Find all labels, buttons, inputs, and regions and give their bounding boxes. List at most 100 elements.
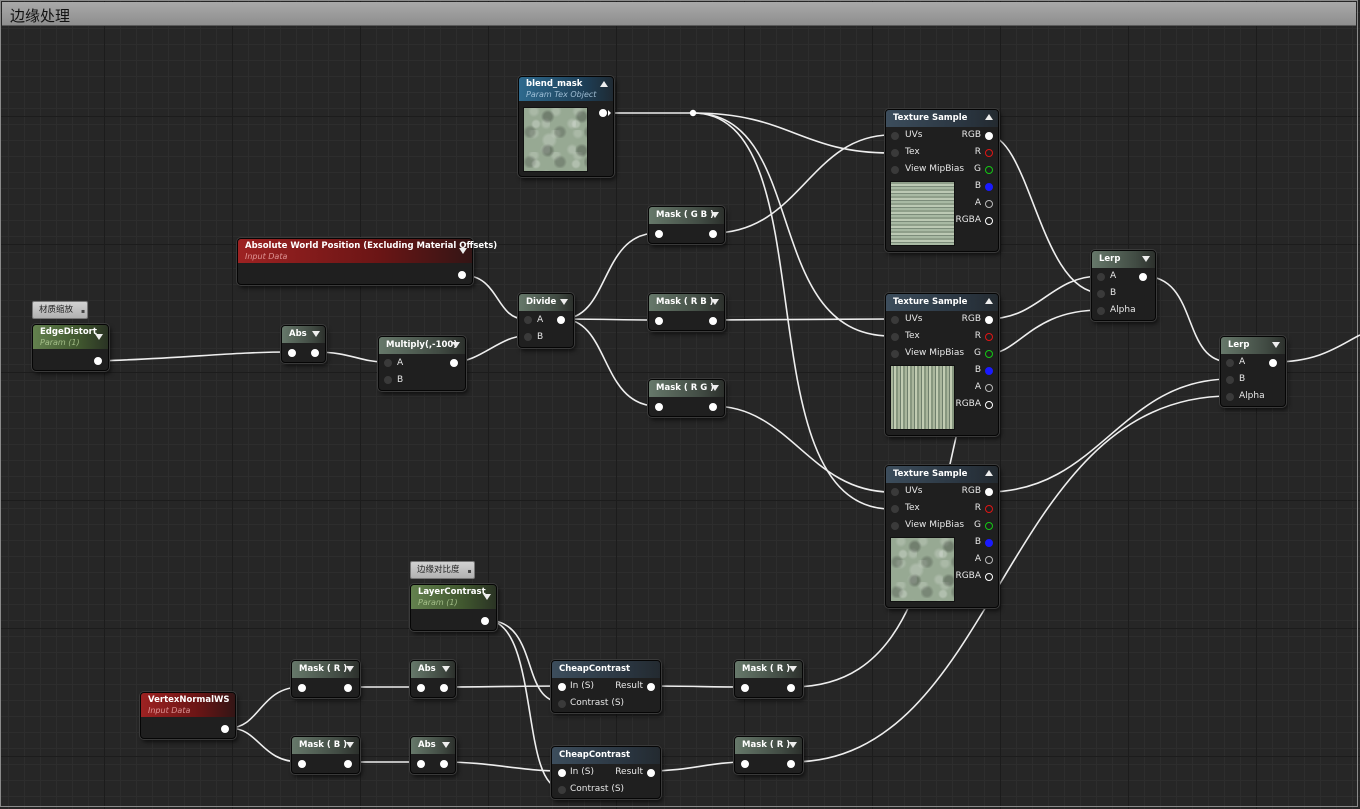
node-mask-rb[interactable]: Mask ( R B ) xyxy=(648,293,725,331)
output-pin[interactable] xyxy=(481,617,489,625)
node-texture-sample-1[interactable]: Texture Sample UVs Tex View MipBias RGB … xyxy=(885,109,999,252)
node-header[interactable]: Texture Sample xyxy=(886,294,998,311)
output-pin-result[interactable] xyxy=(647,769,655,777)
input-pin-tex[interactable] xyxy=(891,333,899,341)
node-header[interactable]: Texture Sample xyxy=(886,466,998,483)
collapse-arrow-icon[interactable] xyxy=(789,666,797,672)
node-header[interactable]: Abs xyxy=(282,326,325,343)
output-pin[interactable] xyxy=(311,349,319,357)
collapse-arrow-icon[interactable] xyxy=(985,298,993,304)
collapse-arrow-icon[interactable] xyxy=(985,114,993,120)
input-pin-uvs[interactable] xyxy=(891,316,899,324)
input-pin-b[interactable] xyxy=(524,333,532,341)
node-header[interactable]: Divide xyxy=(519,294,573,311)
input-pin[interactable] xyxy=(298,684,306,692)
node-texture-sample-2[interactable]: Texture Sample UVs Tex View MipBias RGB … xyxy=(885,293,999,436)
output-pin-g[interactable] xyxy=(985,522,993,530)
output-pin-b[interactable] xyxy=(985,539,993,547)
node-layer-contrast[interactable]: LayerContrast Param (1) xyxy=(410,584,497,631)
collapse-arrow-icon[interactable] xyxy=(711,299,719,305)
node-header[interactable]: blend_mask Param Tex Object xyxy=(519,77,613,101)
node-header[interactable]: Mask ( R G ) xyxy=(649,380,724,397)
input-pin-b[interactable] xyxy=(1226,376,1234,384)
node-header[interactable]: Mask ( B ) xyxy=(292,737,359,754)
node-cheap-contrast-2[interactable]: CheapContrast In (S) Contrast (S) Result xyxy=(551,746,661,799)
collapse-arrow-icon[interactable] xyxy=(711,385,719,391)
output-pin-rgba[interactable] xyxy=(985,401,993,409)
node-abs[interactable]: Abs xyxy=(281,325,326,363)
output-pin[interactable] xyxy=(557,316,565,324)
output-pin[interactable] xyxy=(599,109,607,117)
node-abs-3[interactable]: Abs xyxy=(410,736,456,774)
input-pin-mipbias[interactable] xyxy=(891,166,899,174)
input-pin-a[interactable] xyxy=(1226,359,1234,367)
input-pin-a[interactable] xyxy=(524,316,532,324)
node-edge-distort[interactable]: EdgeDistort Param (1) xyxy=(32,324,109,371)
output-pin[interactable] xyxy=(94,357,102,365)
pin-comment-icon[interactable]: ▪ xyxy=(467,564,471,580)
output-pin-g[interactable] xyxy=(985,350,993,358)
node-header[interactable]: Absolute World Position (Excluding Mater… xyxy=(238,239,497,263)
input-pin[interactable] xyxy=(417,684,425,692)
output-pin-rgb[interactable] xyxy=(985,316,993,324)
output-pin-rgb[interactable] xyxy=(985,488,993,496)
output-pin-r[interactable] xyxy=(985,149,993,157)
node-header[interactable]: Mask ( G B ) xyxy=(649,207,724,224)
input-pin-a[interactable] xyxy=(384,359,392,367)
collapse-arrow-icon[interactable] xyxy=(346,666,354,672)
output-pin-a[interactable] xyxy=(985,556,993,564)
node-absolute-world-position[interactable]: Absolute World Position (Excluding Mater… xyxy=(237,238,497,285)
input-pin[interactable] xyxy=(741,760,749,768)
node-lerp-1[interactable]: Lerp A B Alpha xyxy=(1091,250,1156,321)
output-pin[interactable] xyxy=(709,230,717,238)
input-pin-mipbias[interactable] xyxy=(891,350,899,358)
input-pin-tex[interactable] xyxy=(891,149,899,157)
input-pin-alpha[interactable] xyxy=(1226,393,1234,401)
collapse-arrow-icon[interactable] xyxy=(442,742,450,748)
output-pin[interactable] xyxy=(787,760,795,768)
output-pin-a[interactable] xyxy=(985,384,993,392)
input-pin-alpha[interactable] xyxy=(1097,307,1105,315)
output-pin[interactable] xyxy=(440,684,448,692)
node-vertex-normal-ws[interactable]: VertexNormalWS Input Data xyxy=(140,692,236,739)
output-pin[interactable] xyxy=(1139,273,1147,281)
node-mask-rg[interactable]: Mask ( R G ) xyxy=(648,379,725,417)
input-pin[interactable] xyxy=(298,760,306,768)
input-pin[interactable] xyxy=(655,230,663,238)
node-header[interactable]: Lerp xyxy=(1221,337,1285,354)
node-mask-r-3[interactable]: Mask ( R ) xyxy=(734,736,803,774)
node-header[interactable]: Mask ( R ) xyxy=(735,661,802,678)
collapse-arrow-icon[interactable] xyxy=(452,342,460,348)
input-pin-uvs[interactable] xyxy=(891,132,899,140)
node-mask-r-2[interactable]: Mask ( R ) xyxy=(734,660,803,698)
input-pin[interactable] xyxy=(655,403,663,411)
output-pin[interactable] xyxy=(709,403,717,411)
output-pin[interactable] xyxy=(440,760,448,768)
output-pin[interactable] xyxy=(709,317,717,325)
input-pin[interactable] xyxy=(741,684,749,692)
output-pin-r[interactable] xyxy=(985,505,993,513)
node-texture-sample-3[interactable]: Texture Sample UVs Tex View MipBias RGB … xyxy=(885,465,999,608)
output-pin[interactable] xyxy=(458,271,466,279)
collapse-arrow-icon[interactable] xyxy=(600,81,608,87)
comment-bubble[interactable]: 材质缩放 ▪ xyxy=(32,301,89,320)
node-header[interactable]: Mask ( R B ) xyxy=(649,294,724,311)
node-abs-2[interactable]: Abs xyxy=(410,660,456,698)
node-blend-mask[interactable]: blend_mask Param Tex Object xyxy=(518,76,614,177)
input-pin-contrast[interactable] xyxy=(558,700,566,708)
pin-comment-icon[interactable]: ▪ xyxy=(81,304,85,320)
output-pin[interactable] xyxy=(1269,359,1277,367)
input-pin[interactable] xyxy=(288,349,296,357)
node-divide[interactable]: Divide A B xyxy=(518,293,574,348)
node-header[interactable]: Mask ( R ) xyxy=(735,737,802,754)
comment-bubble[interactable]: 边缘对比度 ▪ xyxy=(410,561,475,579)
node-header[interactable]: VertexNormalWS Input Data xyxy=(141,693,235,717)
input-pin-contrast[interactable] xyxy=(558,786,566,794)
output-pin-rgba[interactable] xyxy=(985,573,993,581)
output-pin-b[interactable] xyxy=(985,183,993,191)
output-pin[interactable] xyxy=(787,684,795,692)
output-pin-r[interactable] xyxy=(985,333,993,341)
collapse-arrow-icon[interactable] xyxy=(459,248,467,254)
output-pin[interactable] xyxy=(344,760,352,768)
node-mask-gb[interactable]: Mask ( G B ) xyxy=(648,206,725,244)
